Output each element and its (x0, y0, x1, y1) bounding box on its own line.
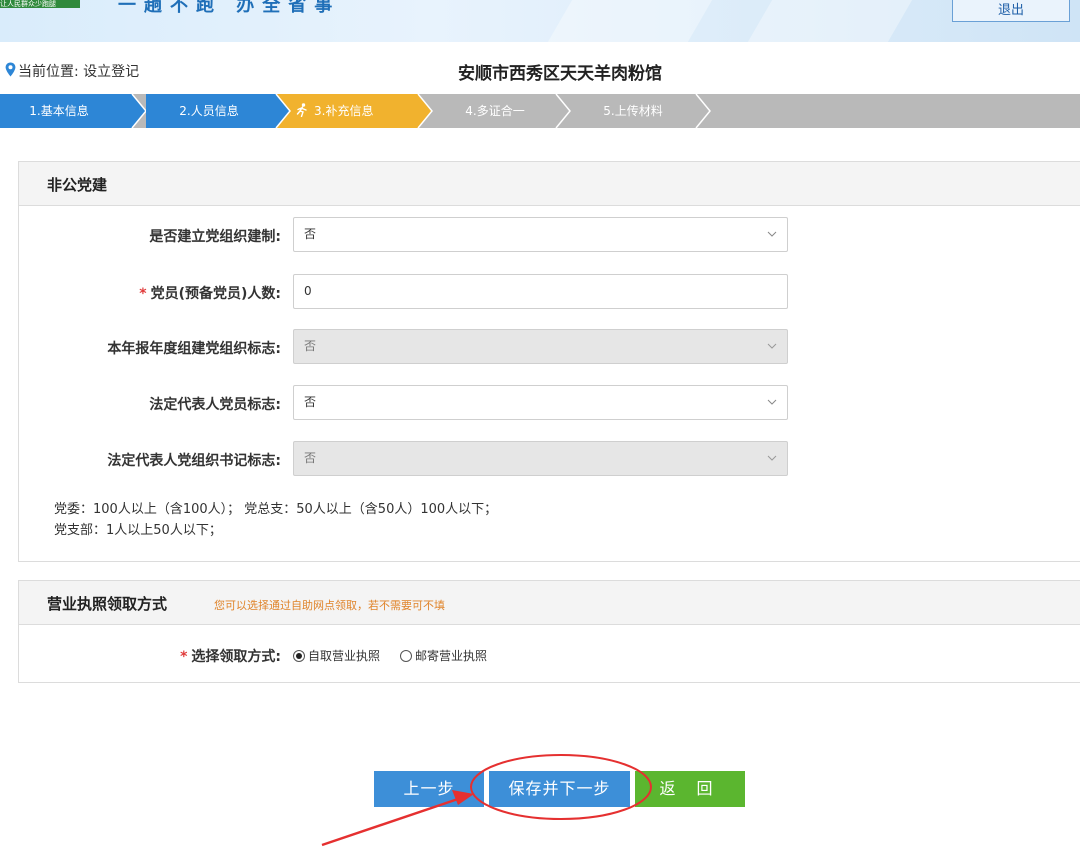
step-separator (414, 94, 433, 128)
party-hint-line-2: 党支部：1人以上50人以下； (54, 523, 222, 538)
step-label: 3.补充信息 (314, 104, 374, 118)
radio-unselected-icon (400, 649, 412, 662)
select-value: 否 (304, 451, 317, 465)
field-label-text: 党员(预备党员)人数: (150, 286, 281, 302)
panel-title: 非公党建 (47, 176, 108, 194)
select-value: 否 (304, 227, 317, 241)
step-label: 5.上传材料 (603, 104, 663, 118)
party-hint-line-1: 党委：100人以上（含100人）； 党总支：50人以上（含50人）100人以下； (54, 502, 498, 517)
step-multi-certificate[interactable]: 4.多证合一 (434, 94, 556, 128)
chevron-down-icon (767, 231, 777, 237)
step-personnel-info[interactable]: 2.人员信息 (146, 94, 272, 128)
step-label: 4.多证合一 (465, 104, 525, 118)
header-slogan: 一趟不跑 办全省事 (118, 0, 341, 16)
chevron-down-icon (767, 343, 777, 349)
prev-step-button[interactable]: 上一步 (374, 771, 484, 807)
field-label: 法定代表人党员标志: (149, 397, 281, 413)
panel-header: 营业执照领取方式 您可以选择通过自助网点领取，若不需要可不填 (19, 581, 1080, 625)
field-label: 法定代表人党组织书记标志: (107, 453, 281, 469)
field-label: * 选择领取方式: (180, 646, 281, 666)
back-button[interactable]: 返 回 (635, 771, 745, 807)
page-title: 安顺市西秀区天天羊肉粉馆 (458, 64, 662, 84)
select-value: 否 (304, 339, 317, 353)
chevron-down-icon (767, 399, 777, 405)
required-mark: * (180, 649, 188, 665)
step-label: 2.人员信息 (179, 104, 239, 118)
annual-org-flag-select: 否 (293, 329, 788, 364)
step-progress-bar: 1.基本信息 2.人员信息 3.补充信息 4.多证合一 5.上传材料 (0, 94, 1080, 128)
logout-button[interactable]: 退出 (952, 0, 1070, 22)
party-building-panel: 非公党建 是否建立党组织建制: 否 * 党员(预备党员)人数: 0 本年报年度组建… (18, 161, 1080, 562)
legal-rep-secretary-select: 否 (293, 441, 788, 476)
running-person-icon (296, 103, 307, 118)
step-supplement-info[interactable]: 3.补充信息 (292, 94, 414, 128)
location-bar: 当前位置: 设立登记 安顺市西秀区天天羊肉粉馆 (0, 52, 1080, 88)
form-row-member-count: * 党员(预备党员)人数: 0 (19, 274, 1079, 310)
step-separator (555, 94, 571, 128)
field-label: 本年报年度组建党组织标志: (107, 341, 281, 357)
radio-label: 邮寄营业执照 (415, 649, 488, 663)
step-separator (695, 94, 711, 128)
radio-self-pickup[interactable]: 自取营业执照 (293, 647, 380, 664)
required-mark: * (139, 286, 147, 302)
radio-mail-delivery[interactable]: 邮寄营业执照 (400, 647, 487, 664)
radio-label: 自取营业执照 (308, 649, 381, 663)
step-upload-materials[interactable]: 5.上传材料 (572, 94, 694, 128)
member-count-input[interactable]: 0 (293, 274, 788, 309)
field-label: 是否建立党组织建制: (149, 229, 281, 245)
panel-note: 您可以选择通过自助网点领取，若不需要可不填 (214, 599, 445, 612)
logo-badge: 让人民群众少跑腿 (0, 0, 80, 8)
field-label-text: 选择领取方式: (191, 649, 281, 665)
step-basic-info[interactable]: 1.基本信息 (0, 94, 128, 128)
step-label: 1.基本信息 (29, 104, 89, 118)
panel-title: 营业执照领取方式 (47, 595, 168, 613)
input-value: 0 (304, 284, 312, 298)
panel-header: 非公党建 (19, 162, 1080, 206)
field-label: * 党员(预备党员)人数: (139, 283, 281, 303)
top-header: 让人民群众少跑腿 一趟不跑 办全省事 退出 (0, 0, 1080, 42)
step-separator (272, 94, 292, 128)
header-decoration (747, 0, 913, 42)
form-row-annual-org-flag: 本年报年度组建党组织标志: 否 (19, 329, 1079, 365)
license-pickup-panel: 营业执照领取方式 您可以选择通过自助网点领取，若不需要可不填 * 选择领取方式: … (18, 580, 1080, 683)
save-next-button[interactable]: 保存并下一步 (489, 771, 630, 807)
form-row-legal-rep-member: 法定代表人党员标志: 否 (19, 385, 1079, 421)
select-value: 否 (304, 395, 317, 409)
radio-selected-icon (293, 649, 305, 662)
step-separator (128, 94, 147, 128)
header-decoration (547, 0, 713, 42)
legal-rep-member-select[interactable]: 否 (293, 385, 788, 420)
chevron-down-icon (767, 455, 777, 461)
form-row-party-org: 是否建立党组织建制: 否 (19, 217, 1079, 253)
party-org-select[interactable]: 否 (293, 217, 788, 252)
form-row-legal-rep-secretary: 法定代表人党组织书记标志: 否 (19, 441, 1079, 477)
pickup-method-row: * 选择领取方式: 自取营业执照 邮寄营业执照 (19, 643, 1079, 667)
